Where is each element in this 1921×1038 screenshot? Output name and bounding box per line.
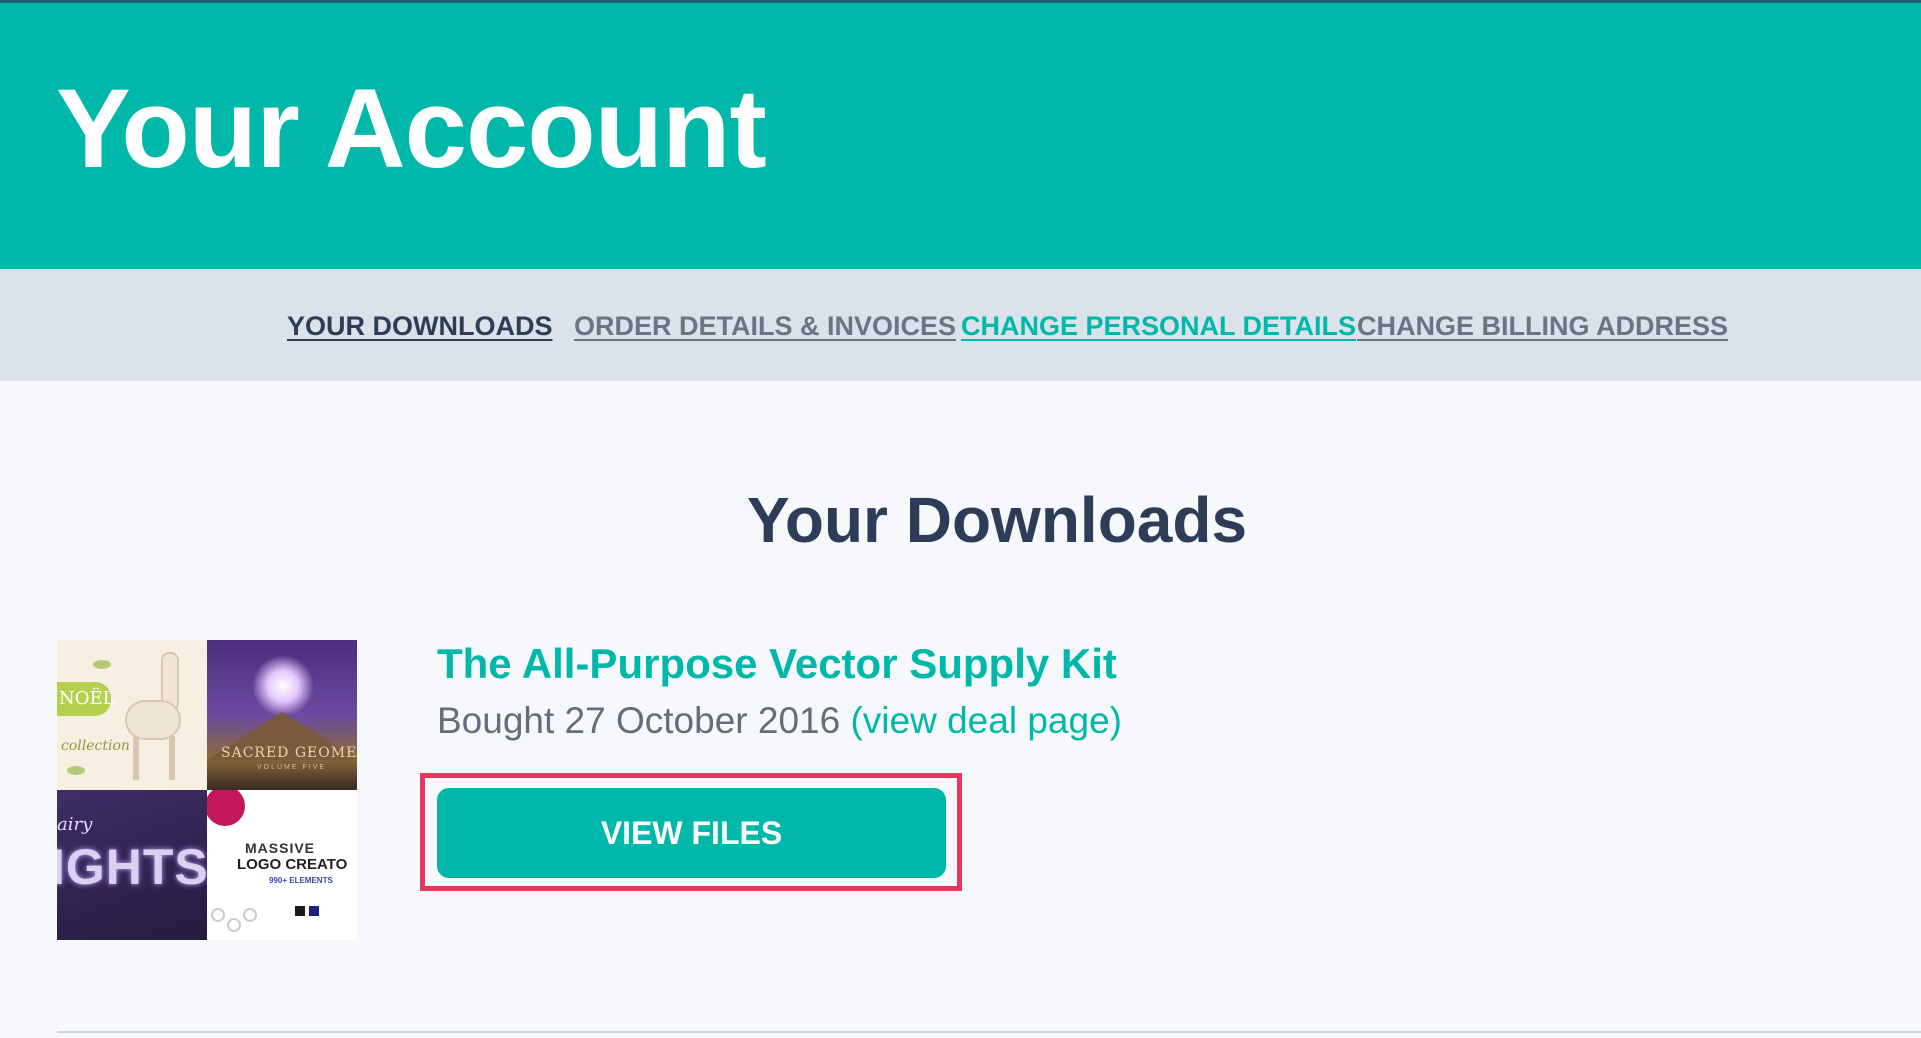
product-title-link[interactable]: The All-Purpose Vector Supply Kit [437, 640, 1117, 688]
purchase-date-text: Bought 27 October 2016 [437, 700, 841, 741]
section-title: Your Downloads [746, 484, 1248, 556]
nav-change-billing-address[interactable]: CHANGE BILLING ADDRESS [1357, 311, 1728, 342]
ring-shape [227, 918, 241, 932]
leaf-shape [67, 766, 85, 775]
logo-title-line-1: MASSIVE [245, 840, 316, 856]
logo-title-line-2: LOGO CREATO [237, 856, 348, 873]
page-title: Your Account [56, 66, 767, 191]
thumbnail-logo-creator: MASSIVE LOGO CREATO 990+ ELEMENTS [207, 790, 357, 940]
logo-elements-count: 990+ ELEMENTS [269, 876, 333, 885]
thumbnail-fairy-lights: airy IGHTS [57, 790, 207, 940]
app-icon [295, 906, 305, 916]
llama-body-shape [125, 700, 181, 740]
geometry-subcaption: VOLUME FIVE [257, 764, 327, 771]
view-files-button[interactable]: VIEW FILES [437, 788, 946, 878]
nav-change-personal-details[interactable]: CHANGE PERSONAL DETAILS [961, 311, 1356, 342]
ring-shape [243, 908, 257, 922]
geometry-caption: SACRED GEOMETR [221, 745, 357, 761]
logo-ribbon-badge [207, 790, 245, 826]
ring-shape [211, 908, 225, 922]
product-thumbnail[interactable]: NOËL collection SACRED GEOMETR VOLUME FI… [57, 640, 357, 940]
app-icon [309, 906, 319, 916]
section-divider [57, 1031, 1921, 1033]
noel-badge: NOËL [57, 682, 115, 716]
account-header: Your Account [0, 3, 1921, 269]
noel-script-text: collection [61, 738, 130, 754]
nav-your-downloads[interactable]: YOUR DOWNLOADS [287, 311, 553, 342]
leaf-shape [93, 660, 111, 669]
geometry-glow-icon [252, 655, 314, 717]
llama-leg-shape [169, 736, 175, 780]
thumbnail-noel-llama: NOËL collection [57, 640, 207, 790]
lights-word: IGHTS [57, 839, 207, 895]
nav-order-details-invoices[interactable]: ORDER DETAILS & INVOICES [574, 311, 956, 342]
thumbnail-sacred-geometry: SACRED GEOMETR VOLUME FIVE [207, 640, 357, 790]
account-subnav: YOUR DOWNLOADS ORDER DETAILS & INVOICES … [0, 269, 1921, 381]
lights-cursive-text: airy [57, 814, 93, 835]
view-deal-page-link[interactable]: (view deal page) [850, 700, 1121, 741]
purchase-date-line: Bought 27 October 2016 (view deal page) [437, 700, 1122, 742]
llama-leg-shape [133, 736, 139, 780]
